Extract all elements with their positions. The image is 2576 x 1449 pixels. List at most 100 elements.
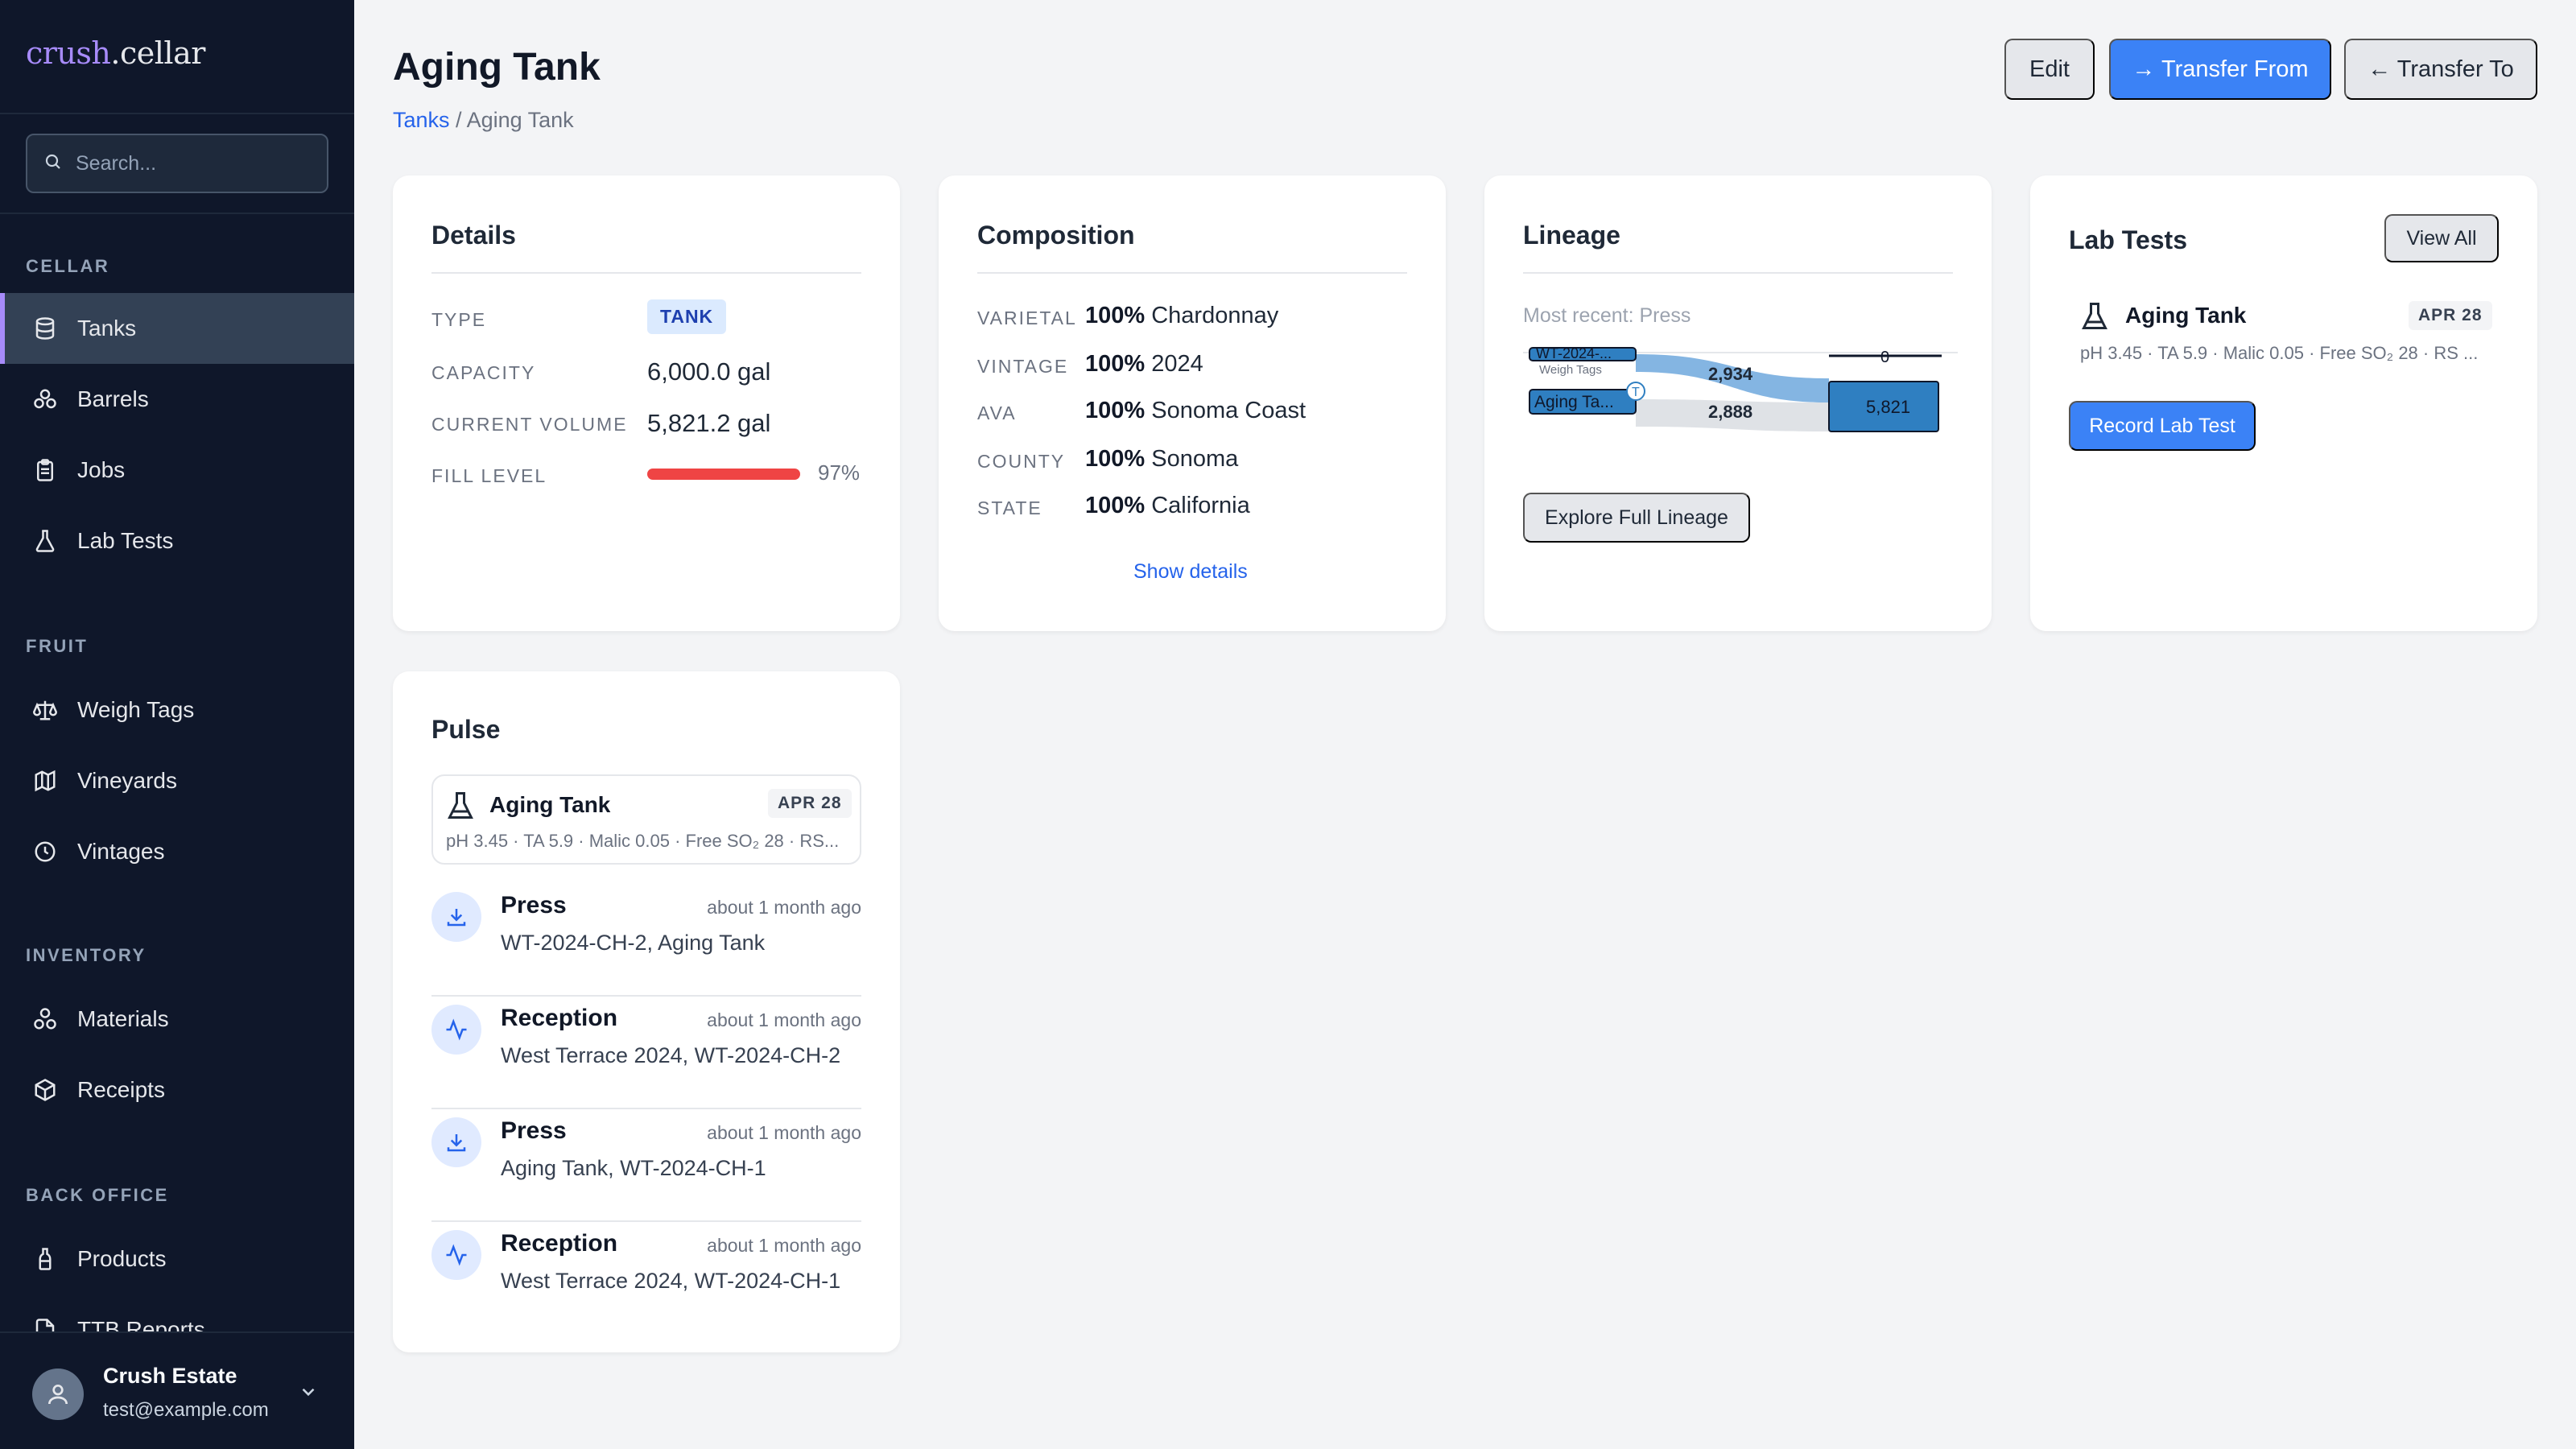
pulse-lab-title: Aging Tank	[489, 792, 611, 817]
sidebar-item-weigh-tags[interactable]: Weigh Tags	[0, 675, 354, 745]
vintage-value: 100% 2024	[1085, 351, 1203, 378]
sidebar-item-label: Materials	[77, 1006, 169, 1031]
state-label: STATE	[977, 497, 1042, 518]
composition-card: Composition VARIETAL 100% Chardonnay VIN…	[939, 175, 1446, 631]
capacity-value: 6,000.0 gal	[647, 357, 771, 386]
breadcrumb-current: Aging Tank	[466, 108, 574, 132]
varietal-text: Chardonnay	[1151, 303, 1279, 328]
lineage-node-bottom-label: Aging Ta...	[1534, 393, 1614, 411]
current-volume-value: 5,821.2 gal	[647, 409, 771, 437]
package-icon	[32, 1077, 58, 1103]
sidebar-item-ttb-reports[interactable]: TTB Reports	[0, 1294, 354, 1331]
card-divider	[431, 272, 861, 274]
sidebar-item-vintages[interactable]: Vintages	[0, 816, 354, 887]
pulse-event-detail: West Terrace 2024, WT-2024-CH-2	[501, 1043, 841, 1067]
pulse-event-title: Reception	[501, 1005, 618, 1031]
transfer-from-button[interactable]: → Transfer From	[2109, 39, 2331, 100]
state-value: 100% California	[1085, 493, 1250, 519]
transfer-to-button[interactable]: ← Transfer To	[2344, 39, 2537, 100]
activity-icon	[431, 1230, 481, 1280]
county-value: 100% Sonoma	[1085, 446, 1238, 473]
view-all-button[interactable]: View All	[2384, 214, 2499, 262]
sidebar-item-vineyards[interactable]: Vineyards	[0, 745, 354, 816]
scale-icon	[32, 697, 58, 723]
app-logo[interactable]: crush.cellar	[26, 35, 205, 71]
search-input[interactable]: Search...	[26, 134, 328, 193]
county-pct: 100%	[1085, 446, 1146, 472]
current-volume-label: CURRENT VOLUME	[431, 414, 628, 435]
lineage-node-top-sub: Weigh Tags	[1539, 363, 1602, 377]
vintage-label: VINTAGE	[977, 356, 1069, 377]
sidebar-item-barrels[interactable]: Barrels	[0, 364, 354, 435]
pulse-event-title: Press	[501, 892, 567, 919]
section-label-fruit: FRUIT	[26, 636, 89, 656]
pulse-event-title: Reception	[501, 1230, 618, 1257]
sidebar-divider	[0, 113, 354, 114]
download-icon	[431, 1117, 481, 1167]
varietal-label: VARIETAL	[977, 308, 1077, 328]
lineage-flow-top-value: 2,934	[1708, 364, 1753, 384]
sidebar-item-tanks[interactable]: Tanks	[0, 293, 354, 364]
pulse-event-time: about 1 month ago	[707, 1009, 861, 1030]
section-label-inventory: INVENTORY	[26, 945, 147, 965]
breadcrumb-separator: /	[449, 108, 467, 132]
user-icon	[48, 1385, 68, 1405]
edit-button[interactable]: Edit	[2004, 39, 2095, 100]
card-divider	[977, 272, 1407, 274]
lineage-info-glyph: T	[1632, 386, 1640, 399]
database-icon	[32, 316, 58, 341]
logo-part-1: crush	[26, 35, 111, 71]
breadcrumb-link-tanks[interactable]: Tanks	[393, 108, 450, 132]
pulse-event[interactable]: Press about 1 month ago Aging Tank, WT-2…	[431, 1109, 861, 1222]
sidebar-item-label: Lab Tests	[77, 528, 174, 553]
sidebar-item-label: Vineyards	[77, 768, 178, 793]
lab-entry-detail: pH 3.45 · TA 5.9 · Malic 0.05 · Free SO₂…	[2080, 343, 2479, 363]
sidebar-item-materials[interactable]: Materials	[0, 984, 354, 1055]
sidebar-item-label: Tanks	[77, 316, 137, 341]
ava-label: AVA	[977, 402, 1017, 423]
lineage-sankey[interactable]: WT-2024-... Weigh Tags Aging Ta... T 2,9…	[1523, 346, 1958, 443]
lineage-node-current-value: 5,821	[1866, 397, 1910, 417]
vintage-text: 2024	[1151, 351, 1203, 377]
pulse-event-detail: West Terrace 2024, WT-2024-CH-1	[501, 1269, 841, 1293]
composition-title: Composition	[977, 221, 1135, 250]
user-menu[interactable]: Crush Estate test@example.com	[0, 1331, 354, 1449]
sidebar-item-products[interactable]: Products	[0, 1224, 354, 1294]
shapes-icon	[32, 1006, 58, 1032]
pulse-lab-entry[interactable]: Aging Tank APR 28 pH 3.45 · TA 5.9 · Mal…	[431, 774, 861, 865]
sidebar-item-label: Receipts	[77, 1077, 165, 1102]
show-details-link[interactable]: Show details	[1133, 560, 1248, 584]
sidebar-item-receipts[interactable]: Receipts	[0, 1055, 354, 1125]
sidebar-divider	[0, 213, 354, 214]
lineage-title: Lineage	[1523, 221, 1620, 250]
record-lab-test-button[interactable]: Record Lab Test	[2069, 401, 2256, 451]
chevron-down-icon[interactable]	[298, 1381, 319, 1406]
page-title: Aging Tank	[393, 46, 601, 89]
map-icon	[32, 768, 58, 794]
pulse-title: Pulse	[431, 715, 501, 744]
state-pct: 100%	[1085, 493, 1146, 518]
lab-entry-title[interactable]: Aging Tank	[2125, 303, 2246, 328]
details-title: Details	[431, 221, 516, 250]
flask-icon	[446, 791, 475, 827]
vintage-pct: 100%	[1085, 351, 1146, 377]
explore-lineage-button[interactable]: Explore Full Lineage	[1523, 493, 1750, 543]
sidebar-item-lab-tests[interactable]: Lab Tests	[0, 506, 354, 576]
type-label: TYPE	[431, 309, 487, 330]
pulse-event[interactable]: Reception about 1 month ago West Terrace…	[431, 1222, 861, 1335]
sidebar-item-label: Vintages	[77, 839, 165, 864]
pulse-event[interactable]: Press about 1 month ago WT-2024-CH-2, Ag…	[431, 884, 861, 997]
logo-part-2: .cellar	[110, 35, 205, 71]
sidebar-scroll-clip: TTB Reports	[0, 1294, 354, 1331]
pulse-lab-detail: pH 3.45 · TA 5.9 · Malic 0.05 · Free SO₂…	[446, 831, 840, 851]
clock-icon	[32, 839, 58, 865]
fill-level-percent: 97%	[818, 460, 861, 485]
sidebar-item-label: Products	[77, 1246, 167, 1271]
pulse-event[interactable]: Reception about 1 month ago West Terrace…	[431, 997, 861, 1109]
clipboard-icon	[32, 457, 58, 483]
sidebar-item-jobs[interactable]: Jobs	[0, 435, 354, 506]
user-name: Crush Estate	[103, 1364, 237, 1388]
lineage-node-top-label: WT-2024-...	[1536, 346, 1612, 361]
type-badge: TANK	[647, 299, 727, 334]
search-placeholder: Search...	[76, 151, 157, 175]
